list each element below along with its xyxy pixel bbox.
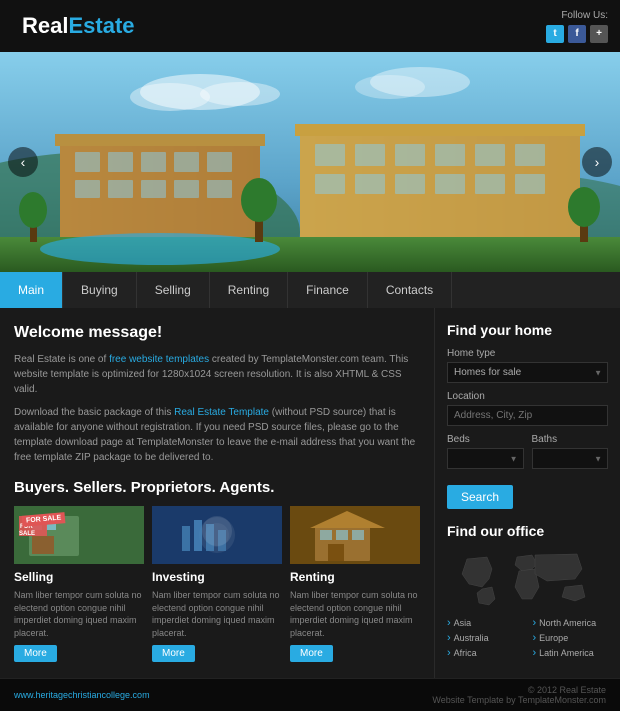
nav-contacts[interactable]: Contacts (368, 272, 452, 308)
hero-slider: ‹ › (0, 52, 620, 272)
footer-url: www.heritagechristiancollege.com (14, 690, 150, 700)
beds-wrapper: 1 2 3+ (447, 448, 524, 469)
selling-more-button[interactable]: More (14, 645, 57, 662)
region-europe[interactable]: Europe (533, 632, 609, 644)
footer-url-link[interactable]: www.heritagechristiancollege.com (14, 690, 150, 700)
selling-card-image: FOR SALE (14, 506, 144, 564)
beds-select[interactable]: 1 2 3+ (447, 448, 524, 469)
find-home-title: Find your home (447, 322, 608, 338)
real-estate-template-link[interactable]: Real Estate Template (174, 407, 269, 418)
nav-finance[interactable]: Finance (288, 272, 368, 308)
left-column: Welcome message! Real Estate is one of f… (0, 308, 435, 678)
selling-card-text: Nam liber tempor cum soluta no electend … (14, 589, 144, 639)
renting-image-svg (290, 506, 420, 564)
investing-card-image (152, 506, 282, 564)
region-north-america[interactable]: North America (533, 617, 609, 629)
world-map (447, 549, 608, 609)
selling-image-svg: FOR SALE (14, 506, 144, 564)
hero-image (0, 52, 620, 272)
baths-group: Baths 1 2 3+ (532, 434, 609, 477)
svg-text:FOR: FOR (20, 524, 33, 530)
home-type-wrapper: Homes for sale Homes for rent Commercial (447, 362, 608, 383)
renting-card-title: Renting (290, 570, 420, 584)
follow-us-label: Follow Us: (546, 10, 608, 21)
logo: RealEstate (12, 7, 145, 45)
investing-more-button[interactable]: More (152, 645, 195, 662)
facebook-icon[interactable]: f (568, 25, 586, 43)
map-col-right: North America Europe Latin America (533, 617, 609, 662)
renting-card-text: Nam liber tempor cum soluta no electend … (290, 589, 420, 639)
footer-by: Website Template by TemplateMonster.com (432, 695, 606, 705)
social-icons: t f + (546, 25, 608, 43)
follow-us: Follow Us: t f + (546, 10, 608, 43)
investing-image-svg (152, 506, 282, 564)
welcome-para2: Download the basic package of this Real … (14, 405, 420, 465)
investing-card-title: Investing (152, 570, 282, 584)
header: RealEstate Follow Us: t f + (0, 0, 620, 52)
selling-card-title: Selling (14, 570, 144, 584)
investing-card: Investing Nam liber tempor cum soluta no… (152, 506, 282, 662)
renting-card-image (290, 506, 420, 564)
map-regions: Asia Australia Africa North America Euro… (447, 617, 608, 662)
navigation: Main Buying Selling Renting Finance Cont… (0, 272, 620, 308)
baths-label: Baths (532, 434, 609, 445)
googleplus-icon[interactable]: + (590, 25, 608, 43)
logo-real: Real (22, 13, 68, 39)
prev-arrow[interactable]: ‹ (8, 147, 38, 177)
region-africa[interactable]: Africa (447, 647, 523, 659)
logo-estate: Estate (68, 13, 134, 39)
welcome-para1: Real Estate is one of free website templ… (14, 352, 420, 397)
footer: www.heritagechristiancollege.com © 2012 … (0, 678, 620, 711)
region-asia[interactable]: Asia (447, 617, 523, 629)
home-type-label: Home type (447, 348, 608, 359)
renting-more-button[interactable]: More (290, 645, 333, 662)
beds-label: Beds (447, 434, 524, 445)
map-col-left: Asia Australia Africa (447, 617, 523, 662)
nav-main[interactable]: Main (0, 272, 63, 308)
right-column: Find your home Home type Homes for sale … (435, 308, 620, 678)
world-map-svg (447, 549, 607, 609)
region-latin-america[interactable]: Latin America (533, 647, 609, 659)
section-subtitle: Buyers. Sellers. Proprietors. Agents. (14, 479, 420, 496)
twitter-icon[interactable]: t (546, 25, 564, 43)
main-content: Welcome message! Real Estate is one of f… (0, 308, 620, 678)
footer-copy: © 2012 Real Estate Website Template by T… (432, 685, 606, 705)
next-arrow[interactable]: › (582, 147, 612, 177)
investing-card-text: Nam liber tempor cum soluta no electend … (152, 589, 282, 639)
location-label: Location (447, 391, 608, 402)
nav-renting[interactable]: Renting (210, 272, 288, 308)
search-button[interactable]: Search (447, 485, 513, 509)
beds-baths-row: Beds 1 2 3+ Baths 1 2 (447, 434, 608, 477)
find-office-title: Find our office (447, 523, 608, 539)
welcome-title: Welcome message! (14, 324, 420, 342)
region-australia[interactable]: Australia (447, 632, 523, 644)
free-templates-link[interactable]: free website templates (109, 354, 209, 365)
home-type-select[interactable]: Homes for sale Homes for rent Commercial (447, 362, 608, 383)
svg-text:SALE: SALE (19, 531, 35, 537)
nav-selling[interactable]: Selling (137, 272, 210, 308)
selling-card: FOR SALE Selling Nam liber tempor cum so… (14, 506, 144, 662)
cards-container: FOR SALE Selling Nam liber tempor cum so… (14, 506, 420, 662)
baths-wrapper: 1 2 3+ (532, 448, 609, 469)
renting-card: Renting Nam liber tempor cum soluta no e… (290, 506, 420, 662)
location-input[interactable] (447, 405, 608, 426)
beds-group: Beds 1 2 3+ (447, 434, 524, 477)
baths-select[interactable]: 1 2 3+ (532, 448, 609, 469)
nav-buying[interactable]: Buying (63, 272, 137, 308)
